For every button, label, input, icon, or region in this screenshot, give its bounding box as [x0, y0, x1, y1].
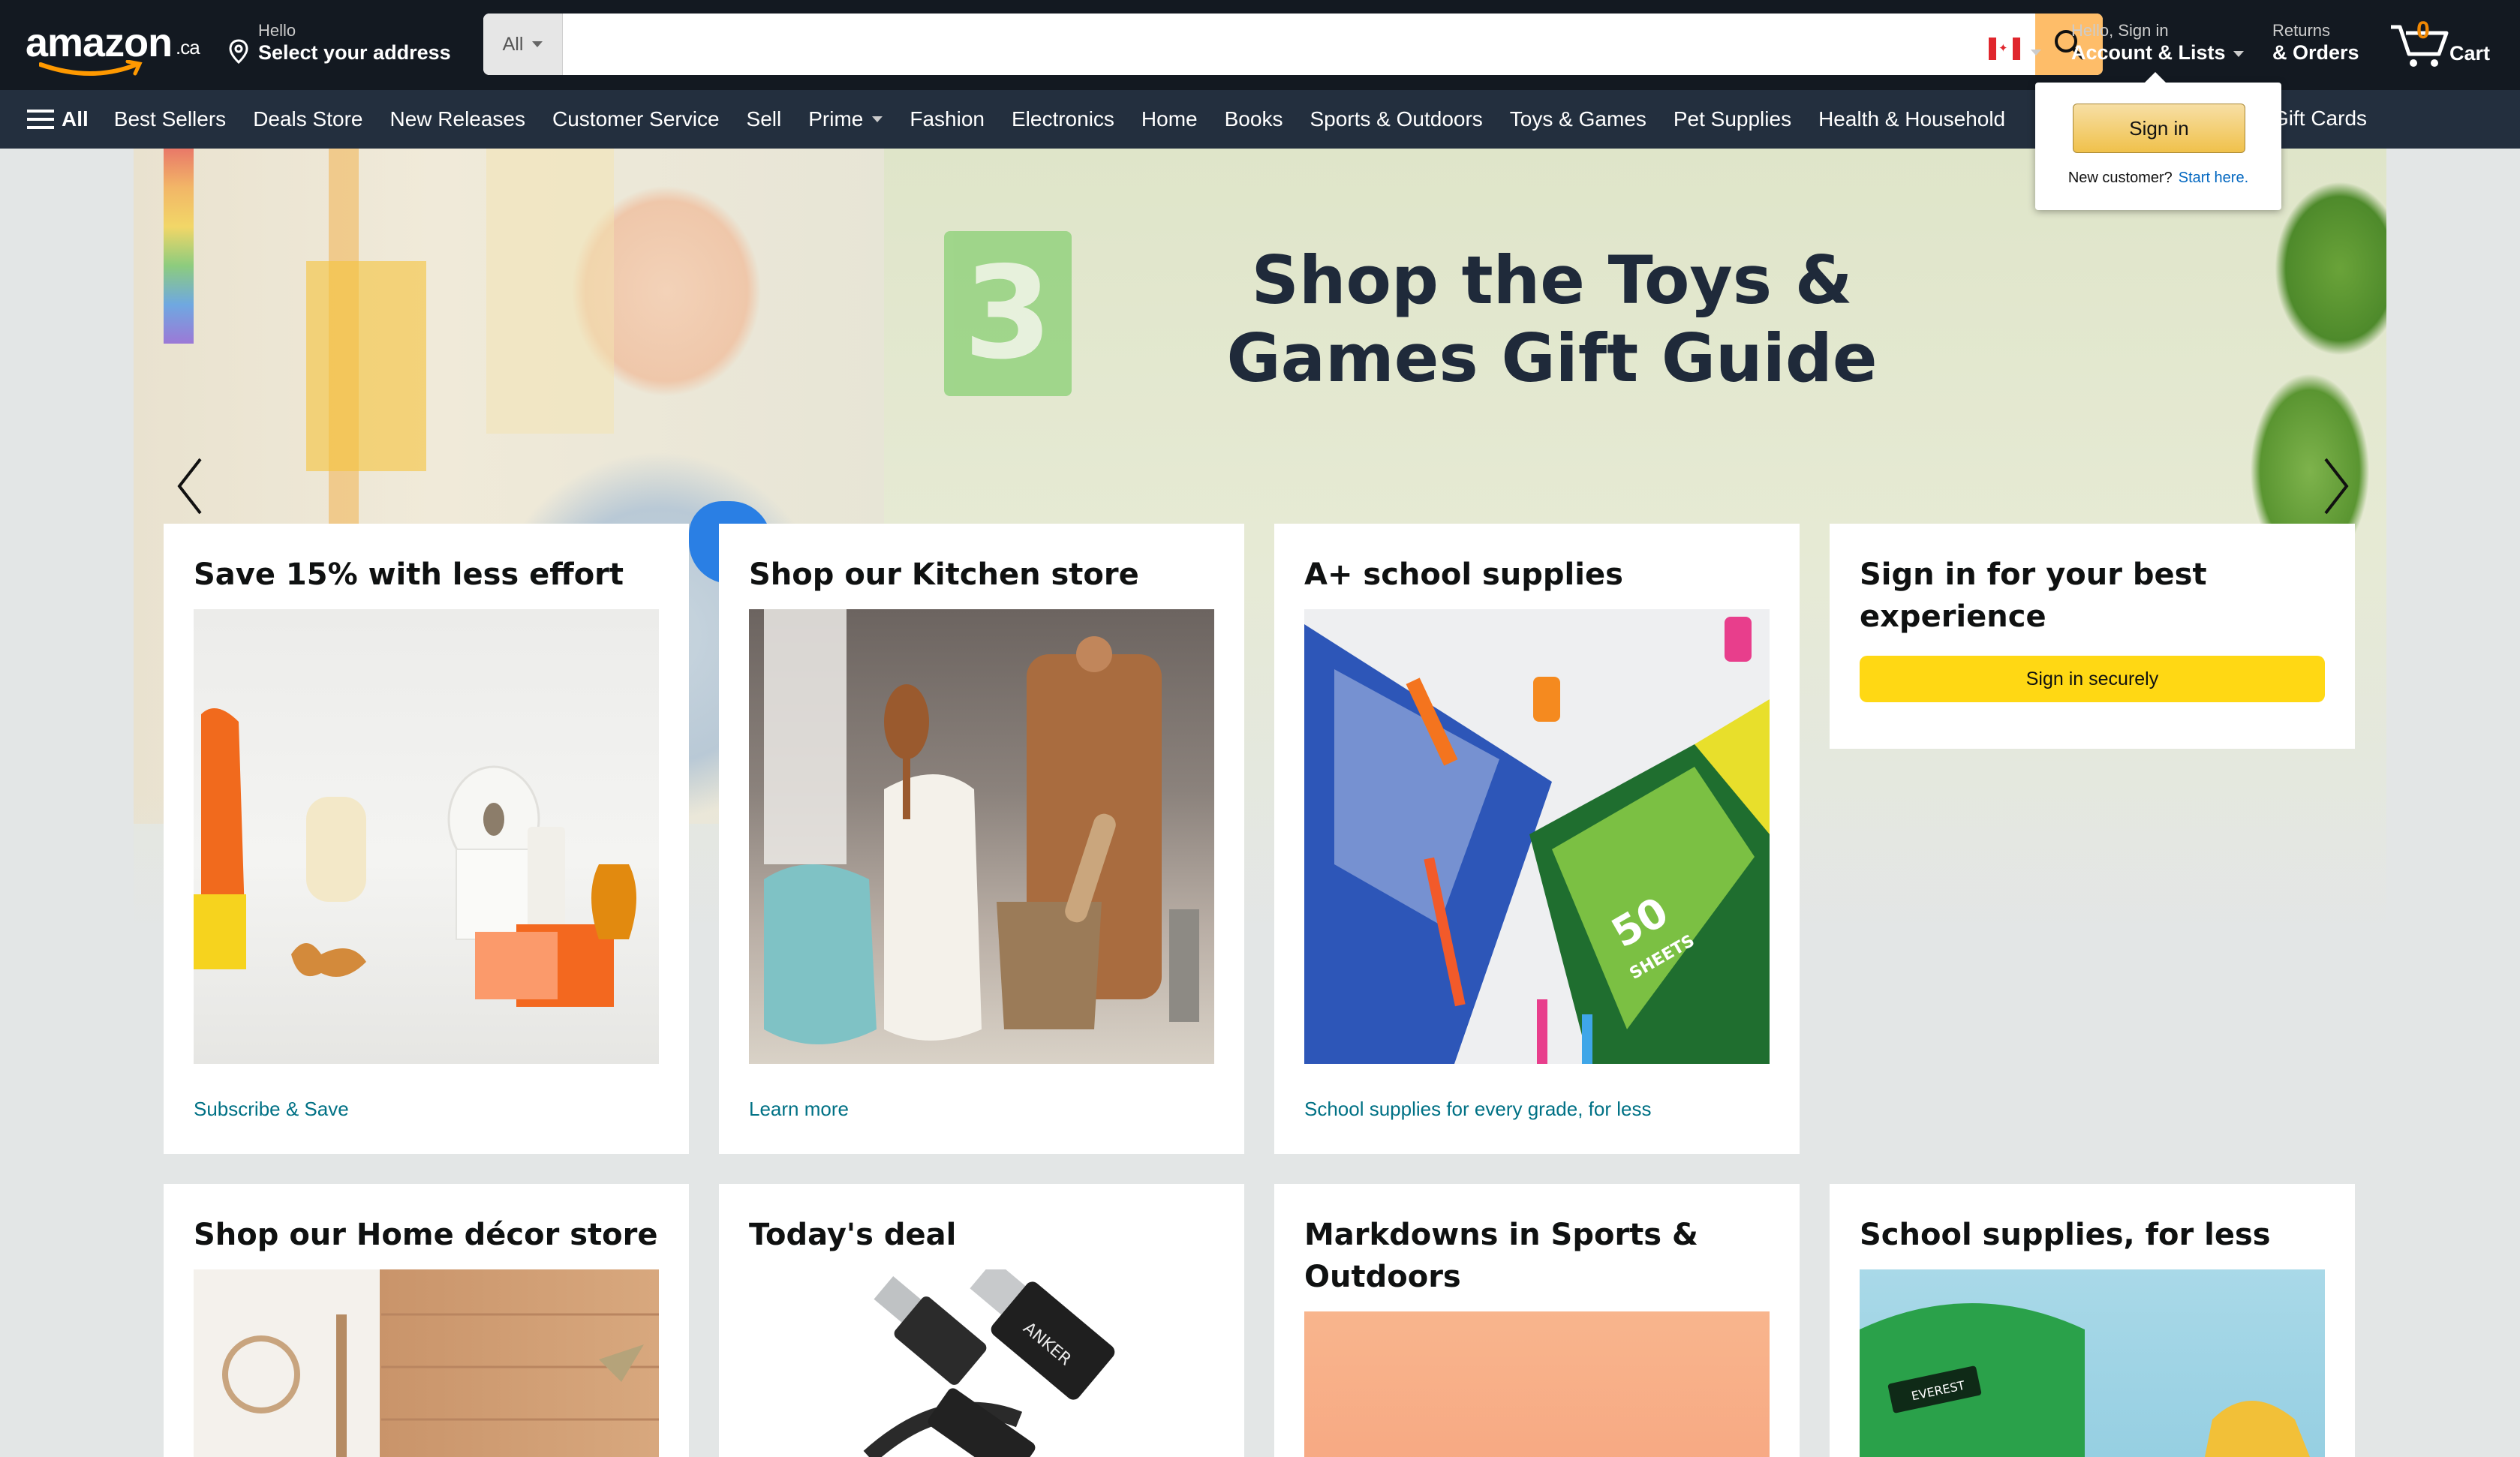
- card-link-school-supplies[interactable]: School supplies for every grade, for les…: [1304, 1098, 1651, 1121]
- nav-deals-store[interactable]: Deals Store: [253, 107, 362, 131]
- card-title: Today's deal: [749, 1218, 957, 1252]
- card-sign-in: Sign in for your best experience Sign in…: [1830, 524, 2355, 749]
- returns-orders-link[interactable]: Returns & Orders: [2272, 21, 2359, 65]
- card-title: A+ school supplies: [1304, 557, 1623, 592]
- card-todays-deal: Today's deal ANKER: [719, 1184, 1244, 1457]
- nav-electronics[interactable]: Electronics: [1012, 107, 1114, 131]
- card-image-household[interactable]: [194, 609, 659, 1064]
- cart-button[interactable]: 0 Cart: [2389, 17, 2502, 72]
- card-link-subscribe-save[interactable]: Subscribe & Save: [194, 1098, 349, 1121]
- search-category-dropdown[interactable]: All: [483, 14, 563, 75]
- orders-label: & Orders: [2272, 41, 2359, 64]
- notebooks-illustration: 50 SHEETS: [1304, 617, 1770, 1064]
- nav-fashion[interactable]: Fashion: [910, 107, 985, 131]
- usb-cable-illustration: ANKER: [863, 1269, 1115, 1457]
- pencil-cup-decoration: [306, 261, 426, 471]
- nav-best-sellers[interactable]: Best Sellers: [114, 107, 226, 131]
- card-title: Shop our Home décor store: [194, 1218, 658, 1252]
- map-pin-icon: [228, 39, 249, 68]
- card-image-backpack[interactable]: EVEREST: [1860, 1269, 2325, 1457]
- flyout-sign-in-button[interactable]: Sign in: [2073, 104, 2245, 153]
- cart-label: Cart: [2449, 42, 2491, 65]
- bookshelf-decoration: [486, 149, 614, 434]
- caret-down-icon: [2031, 50, 2041, 56]
- sign-in-securely-button[interactable]: Sign in securely: [1860, 656, 2325, 702]
- card-sports-markdowns: Markdowns in Sports & Outdoors: [1274, 1184, 1800, 1457]
- new-customer-text: New customer? Start here.: [2035, 170, 2281, 187]
- address-select: Select your address: [258, 41, 451, 64]
- card-image-school-supplies[interactable]: 50 SHEETS: [1304, 609, 1770, 1064]
- deliver-to-address[interactable]: Hello Select your address: [225, 21, 451, 69]
- nav-gift-cards[interactable]: Gift Cards: [2272, 107, 2367, 131]
- nav-prime-label: Prime: [808, 107, 864, 131]
- start-here-link[interactable]: Start here.: [2179, 170, 2248, 186]
- stacking-rings-decoration: [164, 149, 194, 344]
- nav-books[interactable]: Books: [1225, 107, 1283, 131]
- card-title: School supplies, for less: [1860, 1218, 2271, 1252]
- hero-headline: Shop the Toys & Games Gift Guide: [1226, 242, 1878, 397]
- account-greeting: Hello, Sign in: [2071, 21, 2169, 40]
- kitchen-utensils-illustration: [764, 609, 1199, 1044]
- new-customer-label: New customer?: [2067, 170, 2173, 186]
- caret-down-icon: [532, 41, 543, 47]
- card-title: Sign in for your best experience: [1860, 557, 2207, 634]
- card-link-kitchen[interactable]: Learn more: [749, 1098, 849, 1121]
- address-greeting: Hello: [258, 21, 296, 40]
- country-selector[interactable]: [1989, 38, 2046, 62]
- nav-pet-supplies[interactable]: Pet Supplies: [1673, 107, 1791, 131]
- nav-sell[interactable]: Sell: [747, 107, 782, 131]
- card-image-kitchen[interactable]: [749, 609, 1214, 1064]
- sign-in-flyout: Sign in New customer? Start here.: [2035, 72, 2281, 210]
- card-title: Markdowns in Sports & Outdoors: [1304, 1218, 1698, 1294]
- logo-tld: .ca: [176, 36, 200, 59]
- nav-health-household[interactable]: Health & Household: [1818, 107, 2005, 131]
- card-title: Shop our Kitchen store: [749, 557, 1139, 592]
- nav-home[interactable]: Home: [1141, 107, 1198, 131]
- smile-arrow-icon: [39, 60, 143, 76]
- canada-flag-icon: [1989, 38, 2020, 60]
- caret-down-icon: [2233, 50, 2244, 57]
- number-block-decoration: 3: [944, 231, 1072, 396]
- card-school-supplies: A+ school supplies 50 SHEETS School supp…: [1274, 524, 1800, 1154]
- search-input[interactable]: [563, 14, 2035, 75]
- card-subscribe-save: Save 15% with less effort Subscribe & Sa…: [164, 524, 689, 1154]
- cart-count: 0: [2416, 17, 2430, 44]
- household-products-illustration: [194, 708, 636, 1007]
- backpack-illustration: EVEREST: [1860, 1303, 2310, 1457]
- all-menu-button[interactable]: All: [27, 107, 89, 131]
- nav-customer-service[interactable]: Customer Service: [552, 107, 720, 131]
- card-home-decor: Shop our Home décor store: [164, 1184, 689, 1457]
- chevron-left-icon: [177, 458, 202, 515]
- card-image-home-decor[interactable]: [194, 1269, 659, 1457]
- amazon-logo[interactable]: amazon .ca: [26, 17, 206, 77]
- chevron-right-icon: [2324, 458, 2349, 515]
- card-image-sports[interactable]: [1304, 1311, 1770, 1457]
- all-label: All: [62, 107, 89, 131]
- hamburger-icon: [27, 110, 54, 129]
- carousel-next-button[interactable]: [2310, 449, 2362, 524]
- carousel-prev-button[interactable]: [164, 449, 216, 524]
- account-lists-menu[interactable]: Hello, Sign in Account & Lists: [2071, 21, 2244, 65]
- nav-toys-games[interactable]: Toys & Games: [1510, 107, 1646, 131]
- nav-sports-outdoors[interactable]: Sports & Outdoors: [1310, 107, 1482, 131]
- card-school-supplies-less: School supplies, for less EVEREST: [1830, 1184, 2355, 1457]
- card-kitchen-store: Shop our Kitchen store Learn more: [719, 524, 1244, 1154]
- search-bar: All: [483, 14, 2103, 75]
- returns-label: Returns: [2272, 21, 2331, 40]
- home-decor-illustration: [222, 1313, 659, 1457]
- account-lists-label: Account & Lists: [2071, 41, 2226, 64]
- caret-down-icon: [872, 116, 883, 122]
- logo-wordmark: amazon: [26, 20, 173, 65]
- search-category-label: All: [502, 33, 524, 55]
- card-image-deal-cable[interactable]: ANKER: [749, 1269, 1214, 1457]
- top-header: amazon .ca Hello Select your address All…: [0, 0, 2520, 90]
- nav-new-releases[interactable]: New Releases: [389, 107, 525, 131]
- nav-prime[interactable]: Prime: [808, 107, 883, 131]
- card-title: Save 15% with less effort: [194, 557, 624, 592]
